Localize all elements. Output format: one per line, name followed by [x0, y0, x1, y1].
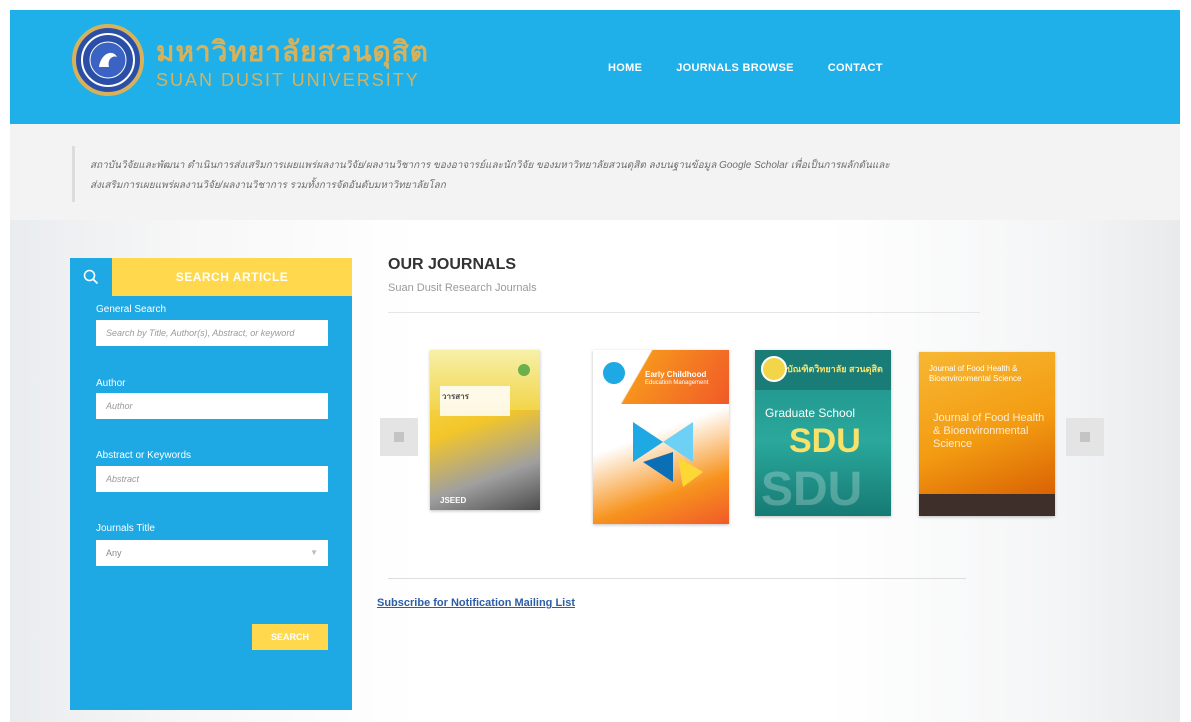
intro-section: สถาบันวิจัยและพัฒนา ดำเนินการส่งเสริมการ… — [10, 124, 1180, 220]
arrow-left-icon — [394, 432, 404, 442]
arrow-right-icon — [1080, 432, 1090, 442]
abstract-input[interactable] — [96, 466, 328, 492]
intro-line-1: สถาบันวิจัยและพัฒนา ดำเนินการส่งเสริมการ… — [90, 160, 890, 171]
nav-journals-browse[interactable]: JOURNALS BROWSE — [676, 62, 794, 74]
cover-4-mid-text: Journal of Food Health & Bioenvironmenta… — [933, 412, 1045, 450]
cover-logo-icon — [601, 360, 627, 386]
journals-divider-bottom — [388, 578, 966, 579]
our-journals-title: OUR JOURNALS — [388, 256, 517, 273]
search-icon[interactable] — [70, 258, 112, 296]
general-search-input[interactable] — [96, 320, 328, 346]
journal-cover-4[interactable]: Journal of Food Health & Bioenvironmenta… — [919, 352, 1055, 516]
cover-3-bottom-text: SDU — [761, 463, 863, 516]
journal-cover-2[interactable]: Early Childhood Education Management — [593, 350, 729, 524]
cover-4-top-text: Journal of Food Health & Bioenvironmenta… — [929, 364, 1022, 383]
cover-2-bottom-text: Education Management — [645, 380, 709, 386]
author-input[interactable] — [96, 393, 328, 419]
our-journals-subtitle: Suan Dusit Research Journals — [388, 282, 537, 294]
search-panel: SEARCH ARTICLE General Search Author Abs… — [70, 258, 352, 710]
search-button[interactable]: SEARCH — [252, 624, 328, 650]
cover-3-sdu-text: SDU — [789, 422, 861, 460]
chevron-down-icon: ▼ — [310, 548, 318, 557]
journal-title-label: Journals Title — [96, 523, 155, 534]
journals-divider-top — [388, 312, 980, 313]
journal-title-select[interactable]: Any ▼ — [96, 540, 328, 566]
journal-title-selected: Any — [106, 548, 122, 558]
journal-cover-3[interactable]: บัณฑิตวิทยาลัย สวนดุสิต Graduate School … — [755, 350, 891, 516]
intro-line-2: ส่งเสริมการเผยแพร่ผลงานวิจัย/ผลงานวิชากา… — [90, 180, 446, 191]
cover-3-top-text: บัณฑิตวิทยาลัย สวนดุสิต — [787, 364, 883, 374]
site-header: มหาวิทยาลัยสวนดุสิต SUAN DUSIT UNIVERSIT… — [10, 10, 1180, 124]
university-seal-icon[interactable] — [72, 24, 144, 96]
general-search-label: General Search — [96, 304, 167, 315]
logo-title-thai: มหาวิทยาลัยสวนดุสิต — [156, 36, 429, 67]
main-nav: HOME JOURNALS BROWSE CONTACT — [608, 62, 883, 74]
intro-text: สถาบันวิจัยและพัฒนา ดำเนินการส่งเสริมการ… — [90, 156, 990, 196]
search-header: SEARCH ARTICLE — [70, 258, 352, 296]
abstract-label: Abstract or Keywords — [96, 450, 192, 461]
intro-quote-bar — [72, 146, 75, 202]
cover-1-top-text: วารสาร — [442, 392, 469, 401]
nav-contact[interactable]: CONTACT — [828, 62, 883, 74]
cover-seal-icon — [761, 356, 787, 382]
carousel-prev-button[interactable] — [380, 418, 418, 456]
page-frame: มหาวิทยาลัยสวนดุสิต SUAN DUSIT UNIVERSIT… — [10, 10, 1180, 722]
journal-cover-1[interactable]: วารสาร JSEED — [430, 350, 540, 510]
nav-home[interactable]: HOME — [608, 62, 642, 74]
logo-title-english: SUAN DUSIT UNIVERSITY — [156, 70, 420, 90]
subscribe-link[interactable]: Subscribe for Notification Mailing List — [377, 597, 575, 609]
cover-3-mid-text: Graduate School — [765, 406, 856, 420]
cover-badge-icon — [518, 364, 530, 376]
cover-2-top-text: Early Childhood — [645, 370, 707, 379]
cover-2-geometric-art — [633, 422, 703, 487]
search-article-title: SEARCH ARTICLE — [112, 258, 352, 296]
cover-1-bottom-text: JSEED — [440, 496, 467, 505]
carousel-next-button[interactable] — [1066, 418, 1104, 456]
author-label: Author — [96, 378, 126, 389]
